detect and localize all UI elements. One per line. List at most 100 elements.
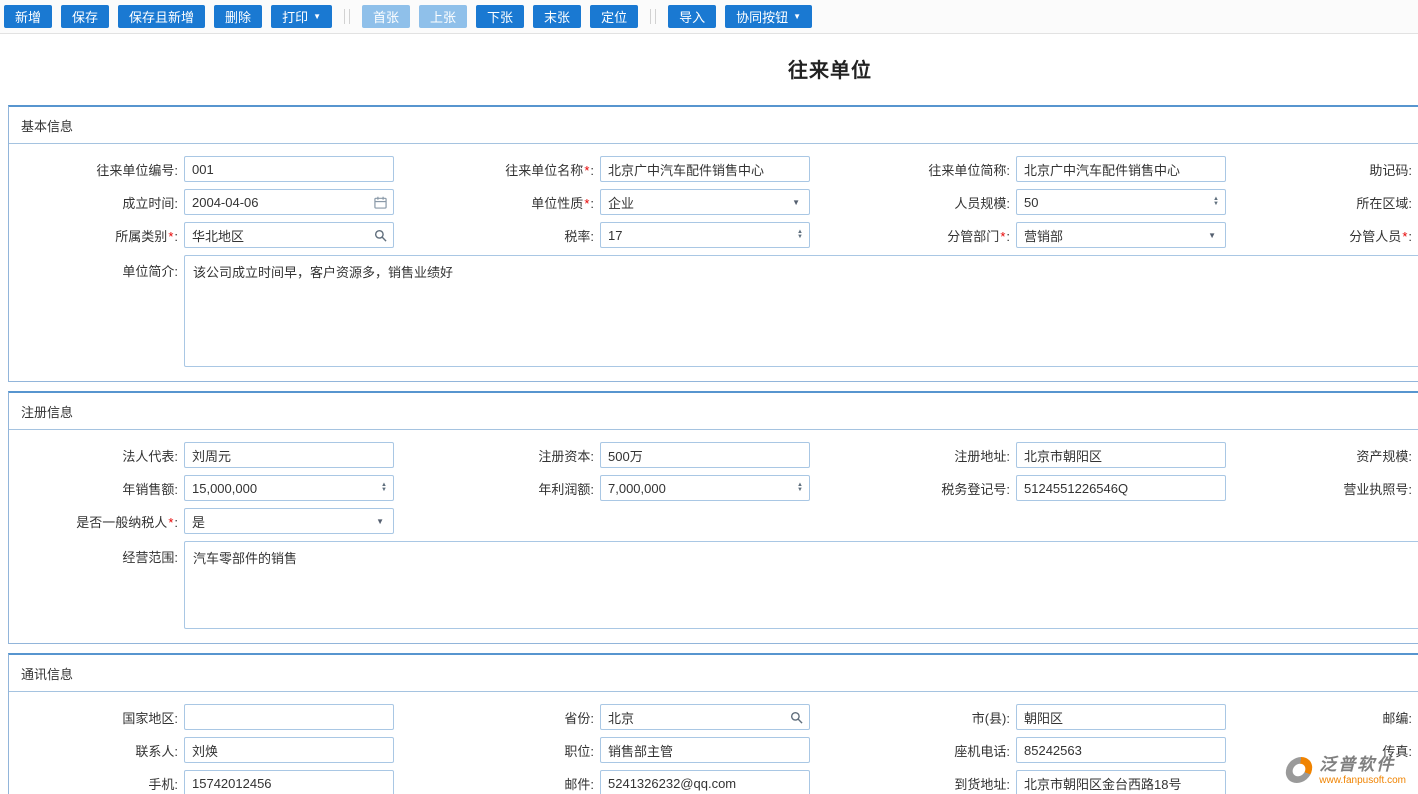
legal-representative-field	[184, 442, 394, 468]
department-label: 分管部门*:	[813, 226, 1013, 245]
mobile-input[interactable]	[185, 771, 393, 794]
partner-name-input[interactable]	[601, 157, 809, 181]
province-input[interactable]	[601, 705, 784, 729]
toolbar-separator	[650, 9, 656, 24]
partner-code-input[interactable]	[185, 157, 393, 181]
field-label-colon: :	[174, 777, 178, 792]
tax-rate-input[interactable]	[601, 223, 791, 247]
registered-address-label: 注册地址:	[813, 446, 1013, 465]
postal-code-label: 邮编:	[1229, 708, 1415, 727]
annual-sales-label: 年销售额:	[17, 479, 181, 498]
last-record-button[interactable]: 末张	[533, 5, 581, 28]
annual-profit-input[interactable]	[601, 476, 791, 500]
section-header: 通讯信息	[9, 655, 1418, 692]
registered-capital-field	[600, 442, 810, 468]
calendar-icon[interactable]	[368, 196, 393, 209]
spinner-down-icon[interactable]: ▼	[797, 488, 803, 493]
field-label-colon: :	[1408, 163, 1412, 178]
founding-date-input[interactable]	[185, 190, 368, 214]
field-label-colon: :	[590, 163, 594, 178]
province-field	[600, 704, 810, 730]
separator-bar	[349, 9, 350, 24]
annual-sales-stepper[interactable]: ▲▼	[375, 483, 393, 493]
asset-scale-label: 资产规模:	[1229, 446, 1415, 465]
city-input[interactable]	[1017, 705, 1225, 729]
country-region-input[interactable]	[185, 705, 393, 729]
chevron-down-icon[interactable]: ▼	[367, 517, 393, 526]
tax-rate-label: 税率:	[397, 226, 597, 245]
chevron-down-icon: ▼	[793, 13, 801, 21]
previous-record-button[interactable]: 上张	[419, 5, 467, 28]
partner-code-label: 往来单位编号:	[17, 160, 181, 179]
save-button[interactable]: 保存	[61, 5, 109, 28]
first-record-button-label: 首张	[373, 7, 399, 26]
business-scope-textarea[interactable]: 汽车零部件的销售	[184, 541, 1418, 629]
form-row: 法人代表:注册资本:注册地址:资产规模:	[17, 442, 1418, 468]
locate-button-label: 定位	[601, 7, 627, 26]
page-title: 往来单位	[0, 54, 1418, 83]
field-label-colon: :	[174, 550, 178, 565]
new-button[interactable]: 新增	[4, 5, 52, 28]
position-field	[600, 737, 810, 763]
tax-rate-stepper[interactable]: ▲▼	[791, 230, 809, 240]
collaboration-button[interactable]: 协同按钮▼	[725, 5, 812, 28]
locate-button[interactable]: 定位	[590, 5, 638, 28]
field-label-text: 是否一般纳税人	[76, 515, 167, 530]
section-title: 基本信息	[9, 107, 85, 143]
save-and-new-button[interactable]: 保存且新增	[118, 5, 205, 28]
field-label-colon: :	[174, 711, 178, 726]
search-icon[interactable]	[784, 711, 809, 724]
registered-address-input[interactable]	[1017, 443, 1225, 467]
position-input[interactable]	[601, 738, 809, 762]
tax-registration-no-input[interactable]	[1017, 476, 1225, 500]
import-button[interactable]: 导入	[668, 5, 716, 28]
country-region-field	[184, 704, 394, 730]
department-field: ▼	[1016, 222, 1226, 248]
delivery-address-input[interactable]	[1017, 771, 1225, 794]
partner-name-field	[600, 156, 810, 182]
registered-address-field	[1016, 442, 1226, 468]
field-label-colon: :	[1006, 777, 1010, 792]
form-row: 往来单位编号:往来单位名称*:往来单位简称:助记码:	[17, 156, 1418, 182]
section-contact-info: 通讯信息国家地区:省份:市(县):邮编:联系人:职位:座机电话:传真:手机:邮件…	[8, 653, 1418, 794]
save-and-new-button-label: 保存且新增	[129, 7, 194, 26]
field-label-colon: :	[1006, 744, 1010, 759]
email-field	[600, 770, 810, 794]
unit-nature-input[interactable]	[601, 190, 783, 214]
partner-short-name-input[interactable]	[1017, 157, 1225, 181]
delete-button[interactable]: 删除	[214, 5, 262, 28]
search-icon[interactable]	[368, 229, 393, 242]
staff-size-input[interactable]	[1017, 190, 1207, 214]
department-input[interactable]	[1017, 223, 1199, 247]
general-taxpayer-input[interactable]	[185, 509, 367, 533]
unit-intro-label: 单位简介:	[17, 255, 181, 280]
field-label-text: 单位简介	[122, 264, 174, 279]
spinner-down-icon[interactable]: ▼	[1213, 202, 1219, 207]
spinner-down-icon[interactable]: ▼	[797, 235, 803, 240]
first-record-button[interactable]: 首张	[362, 5, 410, 28]
staff-size-stepper[interactable]: ▲▼	[1207, 197, 1225, 207]
print-button[interactable]: 打印▼	[271, 5, 332, 28]
field-label-colon: :	[174, 163, 178, 178]
last-record-button-label: 末张	[544, 7, 570, 26]
chevron-down-icon[interactable]: ▼	[783, 198, 809, 207]
registered-capital-input[interactable]	[601, 443, 809, 467]
field-label-colon: :	[174, 482, 178, 497]
chevron-down-icon[interactable]: ▼	[1199, 231, 1225, 240]
category-input[interactable]	[185, 223, 368, 247]
email-input[interactable]	[601, 771, 809, 794]
legal-representative-input[interactable]	[185, 443, 393, 467]
field-label-text: 到货地址	[954, 777, 1006, 792]
annual-sales-input[interactable]	[185, 476, 375, 500]
field-label-colon: :	[1408, 229, 1412, 244]
spinner-down-icon[interactable]: ▼	[381, 488, 387, 493]
form-row: 单位简介:该公司成立时间早，客户资源多，销售业绩好	[17, 255, 1418, 367]
landline-input[interactable]	[1017, 738, 1225, 762]
general-taxpayer-label: 是否一般纳税人*:	[17, 512, 181, 531]
contact-person-input[interactable]	[185, 738, 393, 762]
field-label-colon: :	[1006, 163, 1010, 178]
unit-intro-textarea[interactable]: 该公司成立时间早，客户资源多，销售业绩好	[184, 255, 1418, 367]
field-label-text: 所在区域	[1356, 196, 1408, 211]
annual-profit-stepper[interactable]: ▲▼	[791, 483, 809, 493]
next-record-button[interactable]: 下张	[476, 5, 524, 28]
